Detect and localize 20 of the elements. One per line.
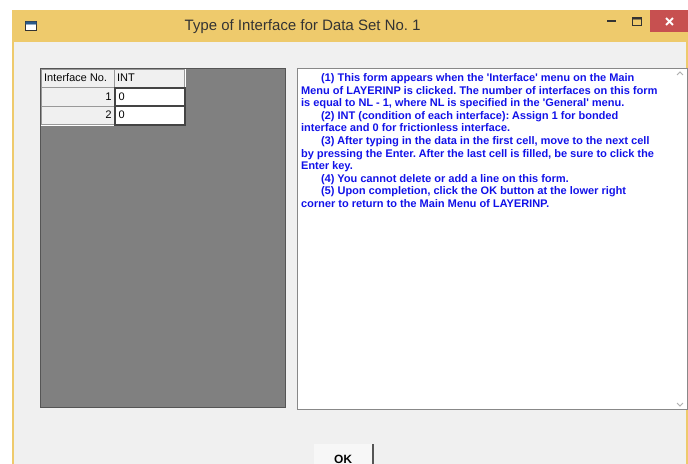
instruction-text: (2) INT (condition of each interface): Assign 1 for bonded interface and 0 for frictionless interface. (301, 110, 620, 135)
close-button[interactable] (650, 10, 688, 32)
maximize-icon (632, 16, 642, 26)
instruction-text: (5) Upon completion, click the OK button at the lower right corner to return to the Main Menu of LAYERINP. (301, 185, 627, 211)
instruction-text: (1) This form appears when the 'Interface' menu on the Main Menu of LAYERINP is clicked. The number of interfaces on this form is equal to NL - 1, where NL is specified in the 'General' menu. (301, 72, 658, 110)
minimize-icon (606, 20, 616, 22)
instruction-text: (4) You cannot delete or add a line on this form. (320, 172, 570, 186)
table-cell[interactable]: 0 (114, 88, 184, 106)
column-header: INT (114, 70, 184, 88)
ok-button[interactable]: OK (314, 444, 374, 464)
row-header: 1 (42, 88, 114, 106)
column-header: Interface No. (42, 70, 114, 88)
app-icon (25, 21, 37, 31)
table-cell[interactable]: 0 (114, 106, 184, 124)
window-title: Type of Interface for Data Set No. 1 (184, 16, 422, 36)
instruction-text: (3) After typing in the data in the first cell, move to the next cell by pressing the Enter. After the last cell is filled, be sure to click the Enter key. (301, 134, 655, 173)
scroll-down-icon[interactable] (676, 402, 684, 407)
row-header: 2 (42, 106, 114, 124)
close-icon (664, 16, 674, 26)
scroll-up-icon[interactable] (676, 71, 684, 76)
